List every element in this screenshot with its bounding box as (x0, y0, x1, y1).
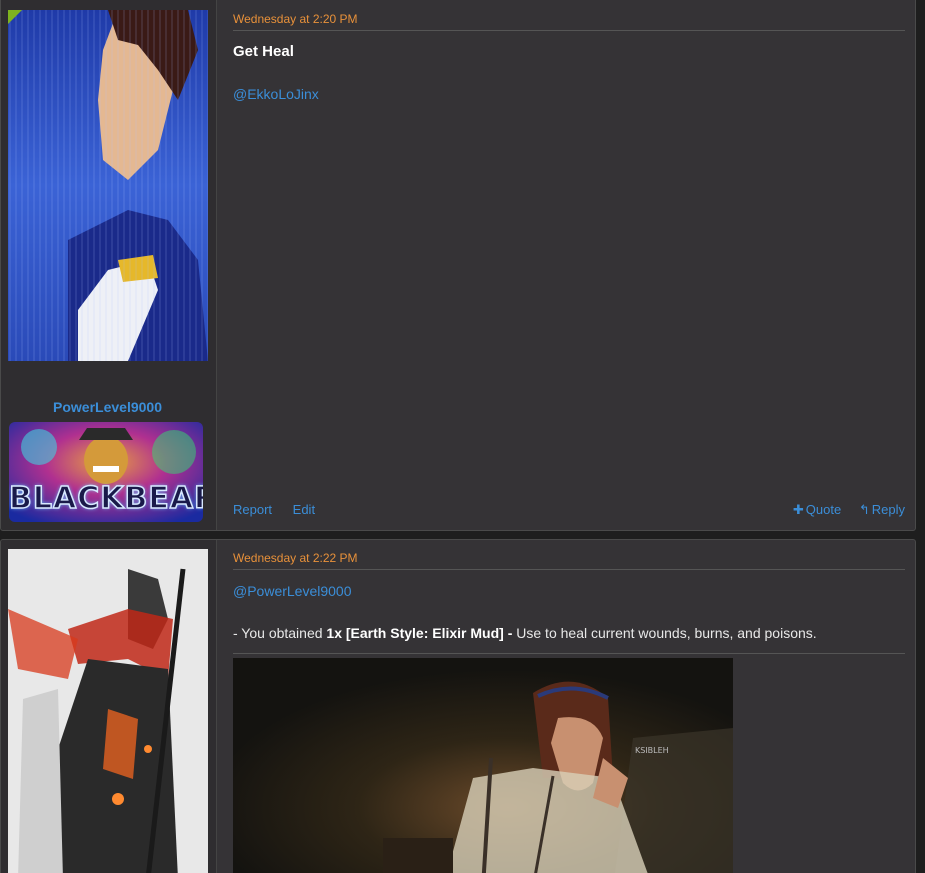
thread: PowerLevel9000 BLACKBEA Wednesday at 2:2… (0, 0, 925, 873)
divider (233, 569, 905, 570)
quote-label: Quote (805, 502, 842, 517)
reward-line: - You obtained 1x [Earth Style: Elixir M… (233, 625, 817, 641)
user-column (1, 540, 217, 873)
reply-label: Reply (871, 502, 905, 517)
post: PowerLevel9000 BLACKBEA Wednesday at 2:2… (0, 0, 916, 531)
image-watermark: KSIBLEH (635, 746, 669, 755)
user-banner: BLACKBEARD (9, 422, 203, 522)
avatar[interactable] (8, 549, 208, 873)
online-indicator (8, 10, 22, 24)
item-name: [Earth Style: Elixir Mud] (345, 625, 504, 641)
banner-text: BLACKBEARD (9, 480, 203, 517)
post-image[interactable]: KSIBLEH (233, 658, 733, 873)
avatar-image (8, 549, 208, 873)
item-description: Use to heal current wounds, burns, and p… (512, 625, 817, 641)
avatar[interactable] (8, 10, 208, 361)
user-mention[interactable]: @PowerLevel9000 (233, 583, 352, 599)
username[interactable]: PowerLevel9000 (1, 399, 214, 415)
user-column: PowerLevel9000 BLACKBEA (1, 0, 217, 530)
item-quantity: 1x (326, 625, 342, 641)
post-footer: Report Edit ✚ Quote ↰ Reply (233, 502, 905, 520)
plus-icon: ✚ (792, 502, 804, 517)
divider (233, 653, 905, 654)
post: Wednesday at 2:22 PM @PowerLevel9000 - Y… (0, 539, 916, 873)
line-prefix: - You obtained (233, 625, 327, 641)
avatar-image (8, 10, 208, 361)
post-date[interactable]: Wednesday at 2:20 PM (233, 12, 358, 26)
quote-button[interactable]: ✚ Quote (793, 502, 841, 517)
message-column: Wednesday at 2:22 PM @PowerLevel9000 - Y… (233, 540, 905, 873)
reply-button[interactable]: ↰ Reply (859, 502, 905, 517)
message-column: Wednesday at 2:20 PM Get Heal @EkkoLoJin… (233, 0, 905, 530)
post-title: Get Heal (233, 43, 294, 60)
post-image-art: KSIBLEH (233, 658, 733, 873)
post-date[interactable]: Wednesday at 2:22 PM (233, 551, 358, 565)
divider (233, 30, 905, 31)
reply-arrow-icon: ↰ (858, 502, 870, 517)
report-link[interactable]: Report (233, 502, 272, 517)
edit-link[interactable]: Edit (293, 502, 315, 517)
user-mention[interactable]: @EkkoLoJinx (233, 86, 319, 102)
